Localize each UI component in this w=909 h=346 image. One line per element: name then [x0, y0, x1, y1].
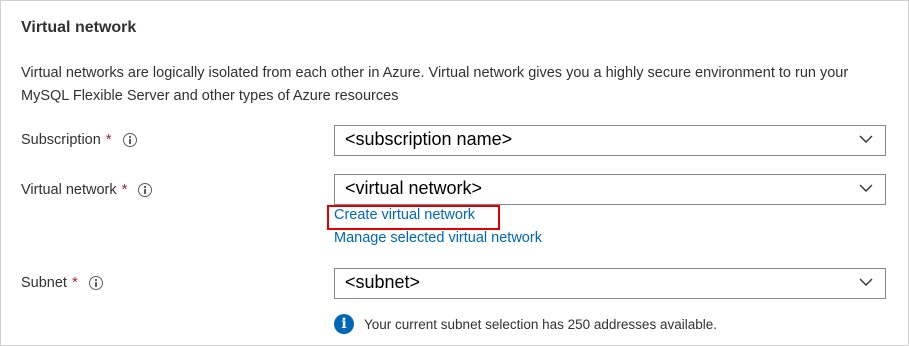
create-virtual-network-link[interactable]: Create virtual network — [334, 207, 475, 223]
subnet-dropdown[interactable]: <subnet> — [334, 268, 886, 299]
virtual-network-panel: Virtual network Virtual networks are log… — [0, 0, 909, 346]
virtual-network-label-row: Virtual network * — [21, 181, 153, 198]
subnet-label: Subnet — [21, 274, 67, 291]
subscription-label-row: Subscription * — [21, 131, 137, 148]
virtual-network-dropdown[interactable]: <virtual network> — [334, 174, 886, 205]
note-text: Your current subnet selection has 250 ad… — [364, 316, 717, 332]
info-icon[interactable] — [122, 132, 137, 147]
chevron-down-icon — [859, 135, 873, 143]
info-icon[interactable] — [88, 275, 103, 290]
virtual-network-label: Virtual network — [21, 181, 117, 198]
chevron-down-icon — [859, 184, 873, 192]
manage-virtual-network-link[interactable]: Manage selected virtual network — [334, 230, 542, 246]
info-icon[interactable] — [138, 182, 153, 197]
section-title: Virtual network — [21, 19, 137, 36]
virtual-network-value: <virtual network> — [345, 178, 483, 198]
required-marker: * — [121, 181, 128, 198]
subnet-value: <subnet> — [345, 272, 421, 292]
required-marker: * — [105, 131, 112, 148]
subscription-label: Subscription — [21, 131, 101, 148]
required-marker: * — [71, 274, 78, 291]
chevron-down-icon — [859, 278, 873, 286]
section-description: Virtual networks are logically isolated … — [21, 65, 849, 104]
subscription-dropdown[interactable]: <subscription name> — [334, 125, 886, 156]
subnet-label-row: Subnet * — [21, 274, 103, 291]
subscription-value: <subscription name> — [345, 129, 513, 149]
subnet-info-note: i Your current subnet selection has 250 … — [334, 314, 717, 334]
info-filled-icon: i — [334, 314, 354, 334]
